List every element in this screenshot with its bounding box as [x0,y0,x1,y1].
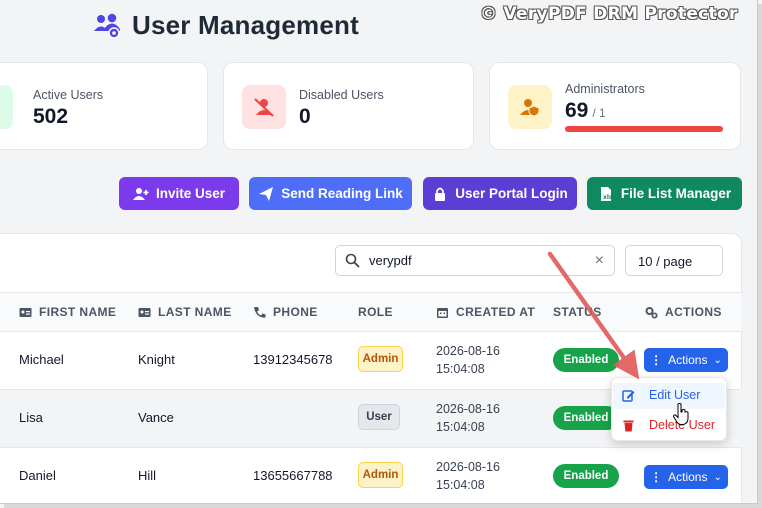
user-plus-icon [132,187,149,200]
file-list-manager-label: File List Manager [620,186,732,201]
app-window: User Management © VeryPDF DRM Protector … [0,0,758,504]
stat-value: 0 [299,105,311,128]
column-label: PHONE [273,305,318,319]
actions-dropdown-button[interactable]: ⋮ Actions ⌄ [644,348,728,372]
id-card-icon [19,307,32,317]
page-title: User Management [132,10,359,40]
column-created-at[interactable]: CREATED AT [436,305,535,319]
column-last-name[interactable]: LAST NAME [138,305,232,319]
column-label: STATUS [553,305,602,319]
calendar-icon [437,307,448,318]
column-label: ROLE [358,305,393,319]
edit-user-menu-item[interactable]: Edit User [622,388,700,402]
user-shield-icon [520,99,540,117]
role-badge: User [358,404,400,430]
send-reading-link-button[interactable]: Send Reading Link [249,177,412,210]
send-reading-link-label: Send Reading Link [281,186,403,201]
column-label: LAST NAME [158,305,232,319]
column-phone[interactable]: PHONE [253,305,318,319]
gears-icon [645,306,658,319]
created-date: 2026-08-16 [436,460,500,474]
edit-icon [622,389,635,402]
actions-label: Actions [668,353,708,367]
file-list-manager-button[interactable]: xls File List Manager [587,177,742,210]
users-gear-icon [94,13,120,39]
stat-card-disabled-users: Disabled Users 0 [223,62,474,150]
search-icon [345,253,360,268]
role-badge: Admin [358,346,403,372]
created-date: 2026-08-16 [436,402,500,416]
file-excel-icon: xls [600,186,613,201]
edit-user-label: Edit User [649,388,701,402]
vertical-ellipsis-icon: ⋮ [650,353,663,367]
page-shadow [758,4,762,508]
phone-icon [254,306,266,318]
column-actions: ACTIONS [645,305,722,319]
stat-label: Disabled Users [299,88,384,102]
stat-card-administrators: Administrators 69/ 1 [489,62,741,150]
stat-value: 69/ 1 [565,99,606,123]
hand-cursor-icon [673,403,689,425]
actions-dropdown-button[interactable]: ⋮ Actions ⌄ [644,465,728,489]
page-header: User Management [92,10,359,41]
progress-bar [565,126,723,132]
stat-card-active-users: ✓ Active Users 502 [0,62,208,150]
cell-phone: 13655667788 [253,468,333,483]
column-role[interactable]: ROLE [358,305,393,319]
stat-label: Administrators [565,82,645,96]
column-status[interactable]: STATUS [553,305,602,319]
stat-label: Active Users [33,88,104,102]
chevron-down-icon: ⌄ [713,354,722,366]
created-date: 2026-08-16 [436,344,500,358]
cell-created-at: 2026-08-16 15:04:08 [436,458,500,494]
actions-label: Actions [668,470,708,484]
svg-text:xls: xls [603,194,613,201]
status-badge: Enabled [553,464,619,488]
invite-user-button[interactable]: Invite User [119,177,239,210]
user-portal-login-button[interactable]: User Portal Login [423,177,577,210]
invite-user-label: Invite User [155,186,226,201]
column-label: CREATED AT [456,305,536,319]
id-card-icon [138,307,151,317]
stat-value-number: 69 [565,99,589,122]
status-badge: Enabled [553,406,619,430]
stat-icon-box [242,85,286,129]
paper-plane-icon [259,186,274,201]
clear-search-icon[interactable]: × [595,252,604,270]
cell-first-name: Michael [19,352,64,367]
cell-last-name: Vance [138,410,174,425]
vertical-ellipsis-icon: ⋮ [650,470,663,484]
search-input[interactable] [369,253,579,268]
page-size-select[interactable]: 10 / page [625,245,723,276]
stat-icon-box: ✓ [0,85,13,129]
column-label: ACTIONS [665,305,722,319]
column-first-name[interactable]: FIRST NAME [19,305,116,319]
column-label: FIRST NAME [39,305,117,319]
created-time: 15:04:08 [436,478,485,492]
lock-icon [435,187,446,201]
cell-created-at: 2026-08-16 15:04:08 [436,342,500,378]
stat-sub: / 1 [592,106,606,120]
cell-first-name: Daniel [19,468,56,483]
cell-created-at: 2026-08-16 15:04:08 [436,400,500,436]
cell-last-name: Hill [138,468,157,483]
trash-icon [623,420,634,431]
user-slash-icon [254,98,274,117]
cell-first-name: Lisa [19,410,43,425]
delete-user-menu-item[interactable]: Delete User [622,418,715,432]
chevron-down-icon: ⌄ [713,471,722,483]
cell-phone: 13912345678 [253,352,333,367]
actions-dropdown-menu: Edit User Delete User [611,377,727,441]
watermark: © VeryPDF DRM Protector [480,4,738,24]
page-shadow [4,504,762,508]
status-badge: Enabled [553,348,619,372]
search-box[interactable]: × [335,245,615,276]
created-time: 15:04:08 [436,362,485,376]
stat-icon-box [508,85,552,129]
role-badge: Admin [358,462,403,488]
created-time: 15:04:08 [436,420,485,434]
user-portal-login-label: User Portal Login [455,186,568,201]
stat-value: 502 [33,105,69,128]
cell-last-name: Knight [138,352,175,367]
